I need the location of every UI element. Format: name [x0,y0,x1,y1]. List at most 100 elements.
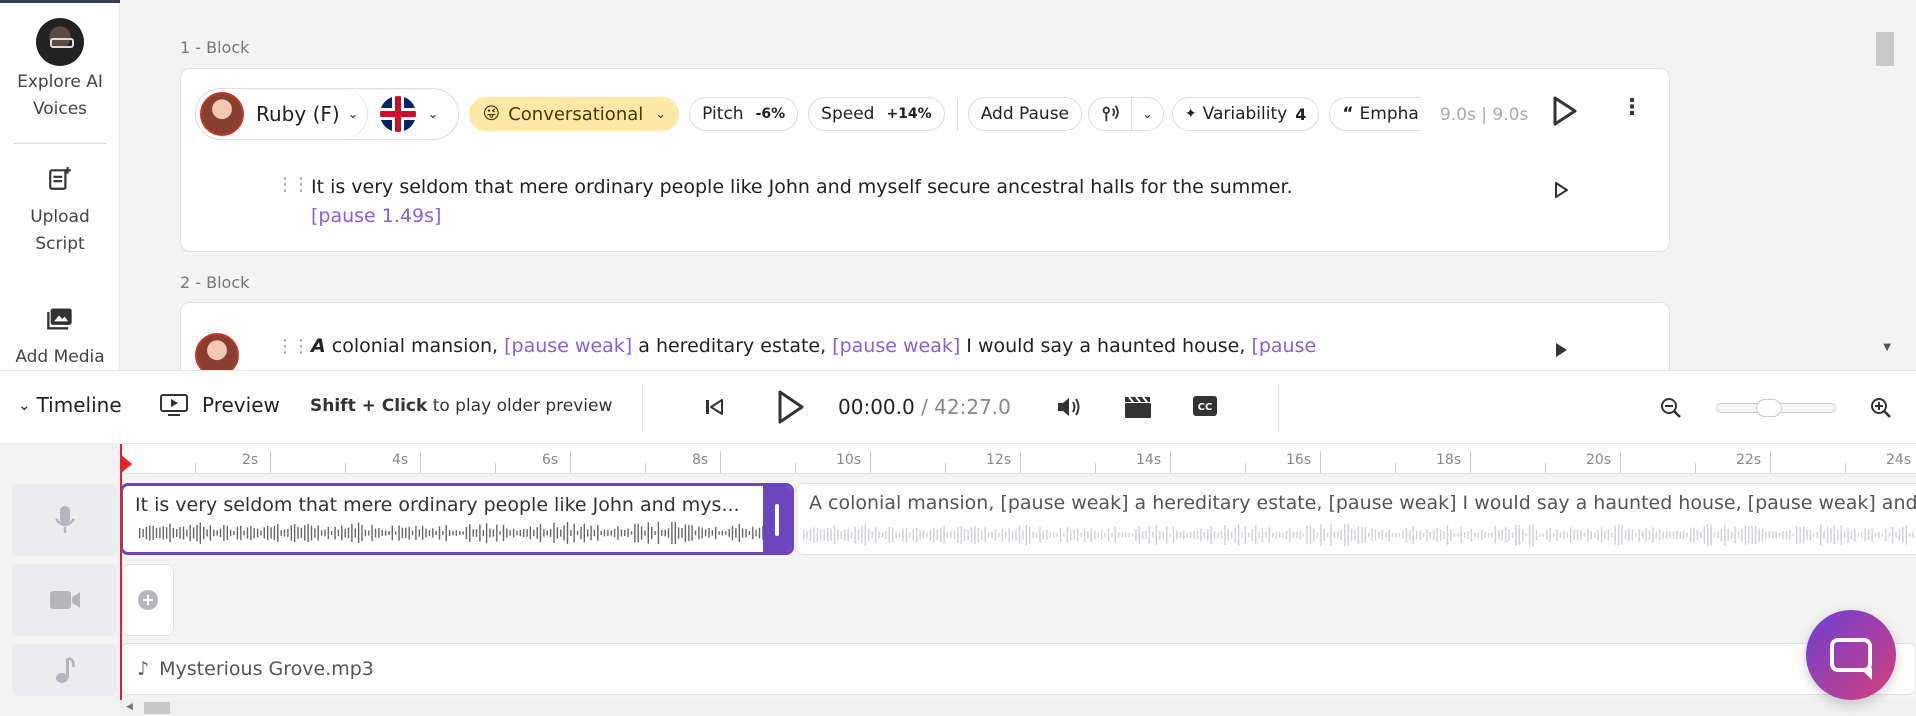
drag-handle-icon[interactable]: ⋮⋮ [276,338,310,356]
more-options-icon[interactable]: ⋮ [1621,95,1643,120]
waveform-bar [155,527,158,538]
volume-button[interactable] [1056,395,1082,419]
voice-clip[interactable]: A colonial mansion, [pause weak] a hered… [796,483,1916,555]
voice-avatar[interactable] [195,333,239,370]
waveform-bar [145,526,148,540]
zoom-in-button[interactable] [1870,397,1892,419]
play-block-button[interactable] [1549,95,1579,135]
waveform-bar [169,523,171,543]
speed-control[interactable]: Speed +14% [808,97,945,131]
waveform-bar [337,529,340,537]
timeline-scrollbar[interactable] [120,700,1916,716]
waveform-bar [1039,526,1041,543]
chevron-down-icon[interactable]: ⌄ [348,107,359,122]
music-clip[interactable]: ♪ Mysterious Grove.mp3 [120,643,1916,695]
pause-tag[interactable]: [pause 1.49s] [311,205,441,227]
ruler-minor-tick [1095,463,1096,473]
waveform-bar [539,524,542,542]
variability-control[interactable]: ✦ Variability 4 [1171,97,1320,131]
waveform-bar [892,527,894,543]
pause-tag[interactable]: [pause weak] [504,335,632,357]
add-pause-button[interactable]: Add Pause [967,97,1083,131]
skip-back-button[interactable] [704,397,724,417]
waveform-bar [1621,525,1623,545]
waveform-bar [334,526,336,540]
pause-tag[interactable]: [pause [1251,335,1316,357]
waveform-bar [603,529,606,537]
waveform-bar [469,524,471,542]
chat-icon [1830,638,1872,680]
waveform-bar [674,522,676,544]
zoom-slider-handle[interactable] [1756,399,1782,417]
drag-handle-icon[interactable]: ⋮⋮ [276,176,310,194]
play-button[interactable] [774,389,806,425]
volume-icon [1058,398,1080,416]
emphasized-word: A [311,335,326,357]
waveform-bar [553,523,555,543]
voice-selector[interactable]: Ruby (F) ⌄ ⌄ [195,88,460,140]
time-ruler[interactable]: 2s 4s 6s 8s 10s 12s 14s 16s 18s 20s 22s 24s [120,444,1916,474]
timeline-toggle[interactable]: ⌄ Timeline [18,393,122,417]
waveform-bar [936,529,938,541]
sidebar-item-add-media[interactable]: Add Media [0,306,120,371]
waveform-bar [1368,532,1370,538]
add-video-button[interactable] [122,564,174,636]
play-sentence-button[interactable] [1553,181,1569,203]
waveform-bar [617,526,619,540]
waveform-bar [260,530,262,536]
sidebar-item-explore-voices[interactable]: Explore AI Voices [0,18,120,123]
waveform-bar [1251,528,1253,542]
video-settings-button[interactable] [1124,395,1152,419]
waveform-bar [1426,528,1428,542]
waveform-bar [1895,532,1897,538]
scrollbar-thumb[interactable] [1876,32,1894,66]
block-text[interactable]: It is very seldom that mere ordinary peo… [311,173,1293,231]
timeline-scrollbar-thumb[interactable] [144,702,170,714]
emphasis-control[interactable]: “ Empha [1329,97,1422,131]
waveform-bar [806,530,808,540]
voice-clip-selected[interactable]: It is very seldom that mere ordinary peo… [120,483,794,555]
sparkle-icon: ✦ [1184,106,1197,122]
pitch-control[interactable]: Pitch -6% [689,97,799,131]
waveform-bar [287,529,289,537]
editor-scrollbar[interactable]: ▼ [1874,0,1896,370]
waveform-bar [1244,525,1247,545]
playhead[interactable] [120,444,122,716]
waveform-bar [830,529,832,541]
ruler-major-tick [570,451,571,473]
waveform-bar [844,529,846,541]
pause-tag[interactable]: [pause weak] [832,335,960,357]
clip-trim-handle[interactable] [763,486,791,552]
playhead-marker[interactable] [120,454,132,474]
voice-effect-icon[interactable] [1089,98,1131,130]
chevron-down-icon[interactable]: ⌄ [1131,98,1163,130]
waveform-bar [516,530,518,536]
preview-button[interactable]: Preview [160,393,280,417]
sidebar-item-upload-script[interactable]: Upload Script [0,166,120,258]
style-selector[interactable]: 😜 Conversational ⌄ [469,97,680,131]
chat-support-button[interactable] [1806,610,1896,700]
scroll-left-arrow-icon[interactable]: ◀ [126,702,133,712]
zoom-out-button[interactable] [1660,397,1682,419]
scroll-down-arrow-icon[interactable]: ▼ [1883,342,1891,353]
waveform-bar [1183,530,1185,540]
waveform-bar [651,526,653,540]
waveform-bar [684,524,687,542]
waveform-bar [816,527,819,542]
block-text[interactable]: A colonial mansion, [pause weak] a hered… [311,332,1316,361]
waveform-bar [1672,531,1675,539]
waveform-bar [310,525,313,541]
captions-button[interactable]: CC [1192,395,1218,417]
waveform-bar [647,522,649,544]
block-duration: 9.0s | 9.0s [1440,105,1529,125]
waveform-bar [1542,533,1544,537]
chevron-down-icon[interactable]: ⌄ [428,107,439,122]
waveform-bar [226,525,228,541]
waveform-bar [209,525,212,541]
pronunciation-control[interactable]: ⌄ [1088,97,1164,131]
play-sentence-button[interactable] [1553,341,1569,363]
waveform-bar [435,530,437,536]
preview-label: Preview [202,393,280,417]
waveform-bar [179,527,181,539]
chevron-down-icon: ⌄ [655,106,667,122]
